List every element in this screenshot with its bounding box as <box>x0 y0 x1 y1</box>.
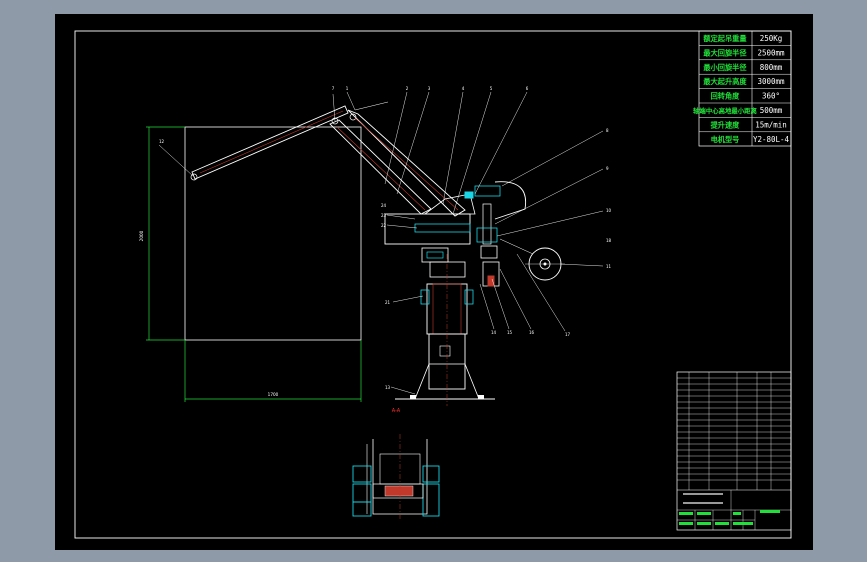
spec-label: 回转角度 <box>711 92 741 101</box>
callout-number: 1 <box>346 86 349 91</box>
lower-arm <box>190 105 357 181</box>
spec-value: 360° <box>762 92 780 101</box>
leader-lines <box>158 91 604 395</box>
spec-label: 最小回旋半径 <box>703 63 747 72</box>
callout-number: 15 <box>507 330 513 335</box>
spec-label: 电机型号 <box>711 135 740 144</box>
callout-number: 18 <box>606 238 612 243</box>
spec-value: 800mm <box>760 63 783 72</box>
spec-value: Y2-80L-4 <box>753 135 790 144</box>
spec-value: 500mm <box>760 106 783 115</box>
callout-number: 16 <box>529 330 535 335</box>
width-dimension: 1700 <box>268 392 279 397</box>
callout-number: 9 <box>606 166 609 171</box>
spec-value: 250Kg <box>760 34 783 43</box>
spec-table: 额定起吊重量 250Kg 最大回旋半径 2500mm 最小回旋半径 800mm … <box>693 30 792 147</box>
callout-number: 24 <box>381 203 387 208</box>
spec-value: 2500mm <box>757 48 785 57</box>
title-block-marks <box>679 493 780 525</box>
slewing-head <box>384 181 527 287</box>
cad-viewer: 额定起吊重量 250Kg 最大回旋半径 2500mm 最小回旋半径 800mm … <box>0 0 867 562</box>
counterweight <box>499 238 565 281</box>
height-dimension: 2000 <box>139 230 144 241</box>
callout-number: 10 <box>606 208 612 213</box>
column <box>395 254 495 406</box>
callout-number: 11 <box>606 264 612 269</box>
spec-label: 额定起吊重量 <box>703 34 747 43</box>
section-detail: A-A <box>352 408 440 519</box>
callout-number: 2 <box>406 86 409 91</box>
drawing-canvas: 额定起吊重量 250Kg 最大回旋半径 2500mm 最小回旋半径 800mm … <box>74 30 792 539</box>
callout-number: 6 <box>526 86 529 91</box>
callout-number: 7 <box>332 86 335 91</box>
callout-number: 17 <box>565 332 571 337</box>
title-block <box>676 371 792 531</box>
spec-value: 15m/min <box>755 120 787 129</box>
spec-label: 最大起升高度 <box>703 77 747 86</box>
working-envelope: 2000 1700 <box>139 126 362 402</box>
callout-number: 4 <box>462 86 465 91</box>
spec-label: 轴端中心高地最小距离 <box>693 106 758 115</box>
callout-number: 8 <box>606 128 609 133</box>
spec-value: 3000mm <box>757 77 785 86</box>
spec-label: 提升速度 <box>710 120 741 129</box>
drawing-sheet: 额定起吊重量 250Kg 最大回旋半径 2500mm 最小回旋半径 800mm … <box>55 14 813 550</box>
callout-number: 21 <box>385 300 391 305</box>
callout-number: 5 <box>490 86 493 91</box>
callout-number: 14 <box>491 330 497 335</box>
callout-number: 12 <box>159 139 165 144</box>
callout-number: 13 <box>385 385 391 390</box>
spec-label: 最大回旋半径 <box>703 48 747 57</box>
section-label: A-A <box>392 408 401 414</box>
callout-number: 3 <box>428 86 431 91</box>
callout-number: 23 <box>381 213 387 218</box>
callout-number: 22 <box>381 223 387 228</box>
